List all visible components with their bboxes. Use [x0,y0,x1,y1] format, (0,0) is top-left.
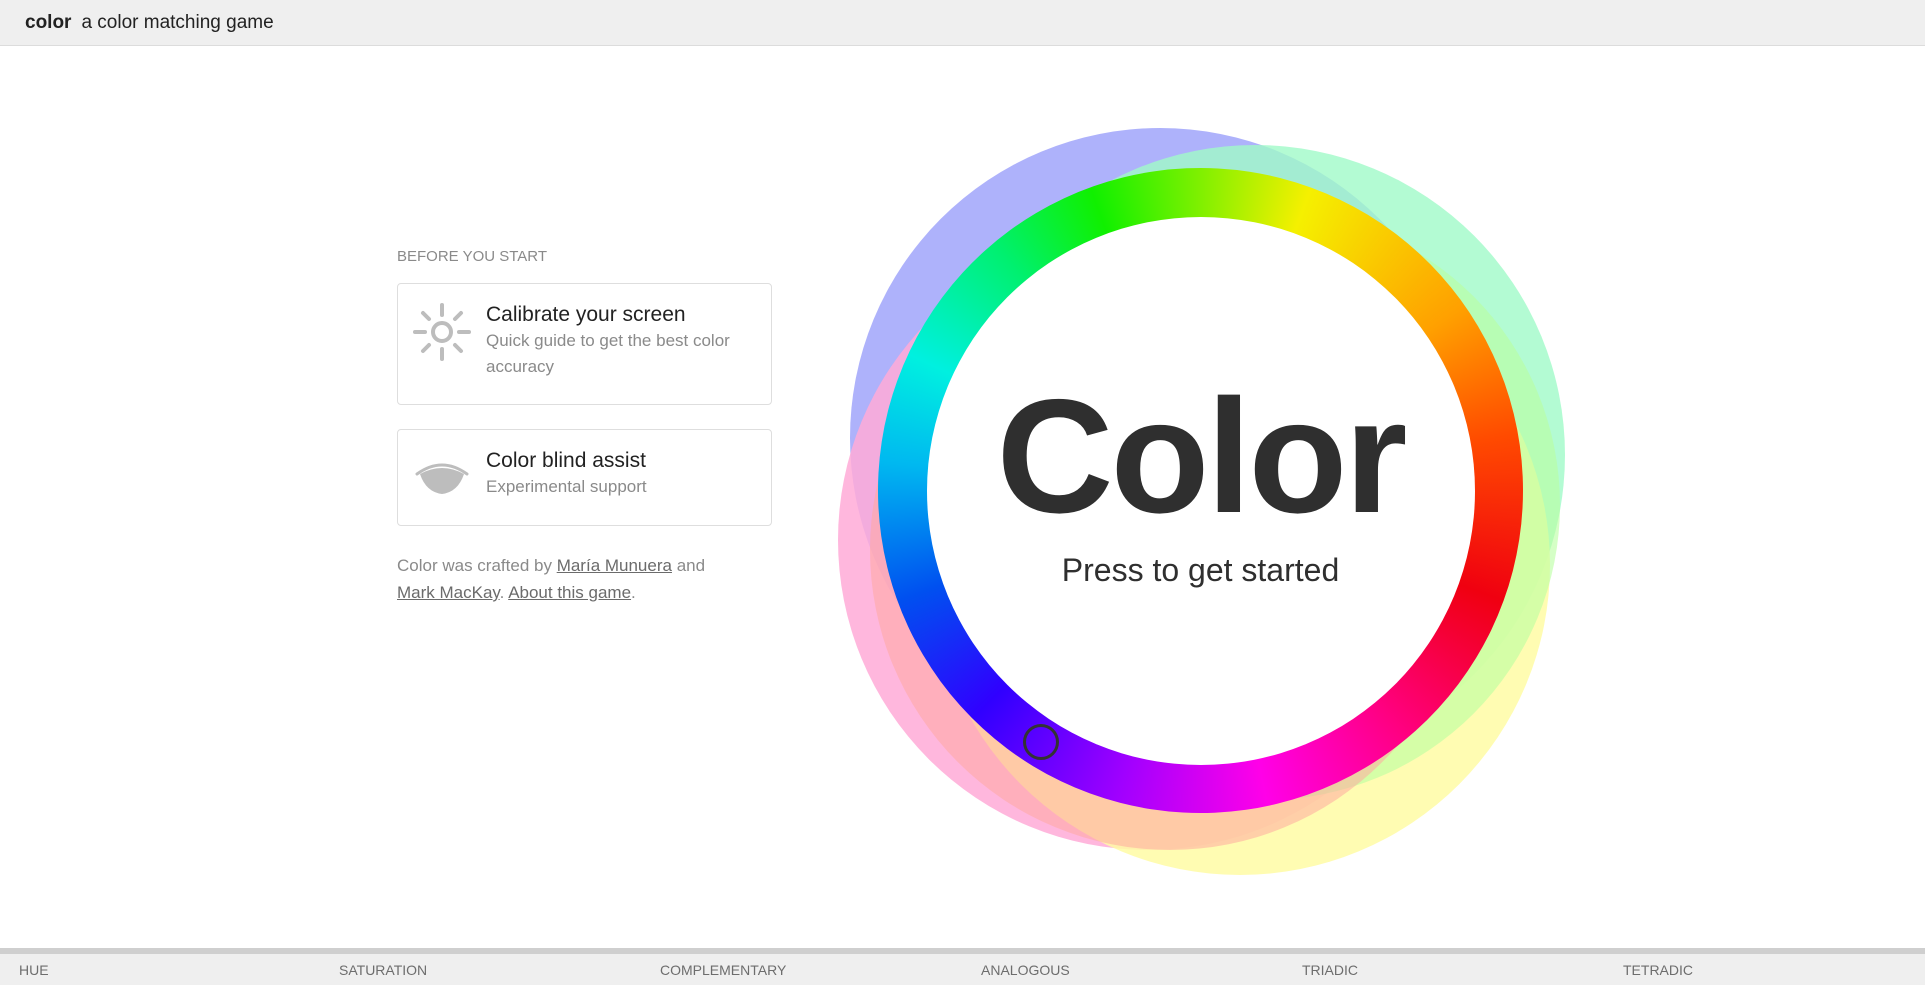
mode-bar: HUE SATURATION COMPLEMENTARY ANALOGOUS T… [0,948,1925,985]
brand-logo[interactable]: color [25,12,71,34]
calibrate-title: Calibrate your screen [486,303,686,326]
tab-hue[interactable]: HUE [19,962,49,978]
game-title: Color [996,366,1408,547]
start-button[interactable]: Color Press to get started [878,168,1523,813]
tab-triadic[interactable]: TRIADIC [1302,962,1358,978]
color-blind-subtitle: Experimental support [486,477,647,496]
section-heading: BEFORE YOU START [397,248,548,265]
credits-and: and [676,556,706,575]
credits: Color was crafted by María Munuera and M… [397,552,772,606]
calibrate-screen-card[interactable]: Calibrate your screen Quick guide to get… [397,283,772,405]
color-blind-assist-card[interactable]: Color blind assist Experimental support [397,429,772,526]
about-link[interactable]: About this game [508,583,631,602]
eye-icon [412,448,472,508]
author-link-mark[interactable]: Mark MacKay [397,583,500,602]
before-you-start-panel: BEFORE YOU START Calibrate your screen Q… [397,248,772,606]
author-link-maria[interactable]: María Munuera [557,556,672,575]
tab-analogous[interactable]: ANALOGOUS [981,962,1070,978]
sun-icon [412,302,472,362]
color-blind-title: Color blind assist [486,449,646,472]
top-bar: color a color matching game [0,0,1925,46]
color-wheel[interactable]: Color Press to get started [787,77,1614,904]
tagline: a color matching game [81,11,274,33]
hue-picker-handle[interactable] [1023,724,1059,760]
start-prompt: Press to get started [1061,552,1340,588]
credits-sep: . [499,583,505,602]
tab-saturation[interactable]: SATURATION [339,962,427,978]
tab-tetradic[interactable]: TETRADIC [1623,962,1693,978]
calibrate-subtitle: Quick guide to get the best color accura… [486,331,730,376]
tab-complementary[interactable]: COMPLEMENTARY [660,962,786,978]
credits-prefix: Color was crafted by [397,556,552,575]
credits-end: . [631,583,636,602]
